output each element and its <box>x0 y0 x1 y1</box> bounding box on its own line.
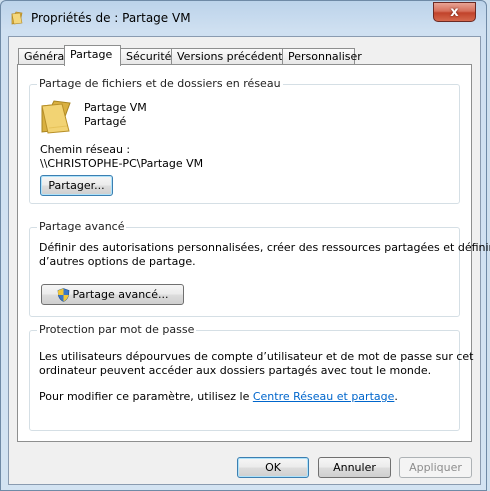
advanced-sharing-button-label: Partage avancé... <box>72 288 169 301</box>
title-bar[interactable]: Propriétés de : Partage VM x <box>1 1 486 35</box>
network-sharing-title: Partage de fichiers et de dossiers en ré… <box>37 77 283 90</box>
tab-previous-versions[interactable]: Versions précédentes <box>171 48 295 65</box>
folder-icon <box>41 100 71 134</box>
sharing-tab-panel: Partage de fichiers et de dossiers en ré… <box>17 64 490 442</box>
apply-button[interactable]: Appliquer <box>399 457 472 478</box>
shared-item-name: Partage VM <box>84 101 147 114</box>
password-protection-title: Protection par mot de passe <box>37 323 197 336</box>
tab-sharing[interactable]: Partage <box>64 45 121 66</box>
advanced-sharing-description-line2: d’autres options de partage. <box>39 255 196 268</box>
network-path-value: \\CHRISTOPHE-PC\Partage VM <box>40 157 204 170</box>
folder-icon <box>11 11 23 25</box>
advanced-sharing-description-line1: Définir des autorisations personnalisées… <box>39 241 490 254</box>
network-path-label: Chemin réseau : <box>40 143 131 156</box>
cancel-button[interactable]: Annuler <box>318 457 391 478</box>
modify-prefix: Pour modifier ce paramètre, utilisez le <box>39 390 253 403</box>
network-center-link[interactable]: Centre Réseau et partage <box>253 390 395 403</box>
properties-dialog: Propriétés de : Partage VM x Général Par… <box>0 0 490 491</box>
advanced-sharing-group: Partage avancé Définir des autorisations… <box>29 220 490 317</box>
shield-icon <box>57 287 69 302</box>
modify-suffix: . <box>394 390 398 403</box>
ok-button[interactable]: OK <box>237 457 309 478</box>
tab-general[interactable]: Général <box>18 48 67 65</box>
password-protection-modify-text: Pour modifier ce paramètre, utilisez le … <box>39 390 398 403</box>
password-protection-description-line1: Les utilisateurs dépourvues de compte d’… <box>39 350 474 363</box>
tab-customize[interactable]: Personnaliser <box>282 48 362 65</box>
password-protection-description-line2: ordinateur peuvent accéder aux dossiers … <box>39 364 432 377</box>
share-button[interactable]: Partager... <box>40 175 113 196</box>
close-icon: x <box>450 4 459 20</box>
dialog-body: Général Partage Sécurité Versions précéd… <box>8 36 490 485</box>
shared-item-status: Partagé <box>84 115 127 128</box>
network-sharing-group: Partage de fichiers et de dossiers en ré… <box>29 77 460 204</box>
password-protection-group: Protection par mot de passe Les utilisat… <box>29 323 474 431</box>
advanced-sharing-title: Partage avancé <box>37 220 127 233</box>
tab-security[interactable]: Sécurité <box>120 48 172 65</box>
window-title: Propriétés de : Partage VM <box>31 11 191 25</box>
advanced-sharing-button[interactable]: Partage avancé... <box>41 284 184 305</box>
close-button[interactable]: x <box>433 2 476 22</box>
